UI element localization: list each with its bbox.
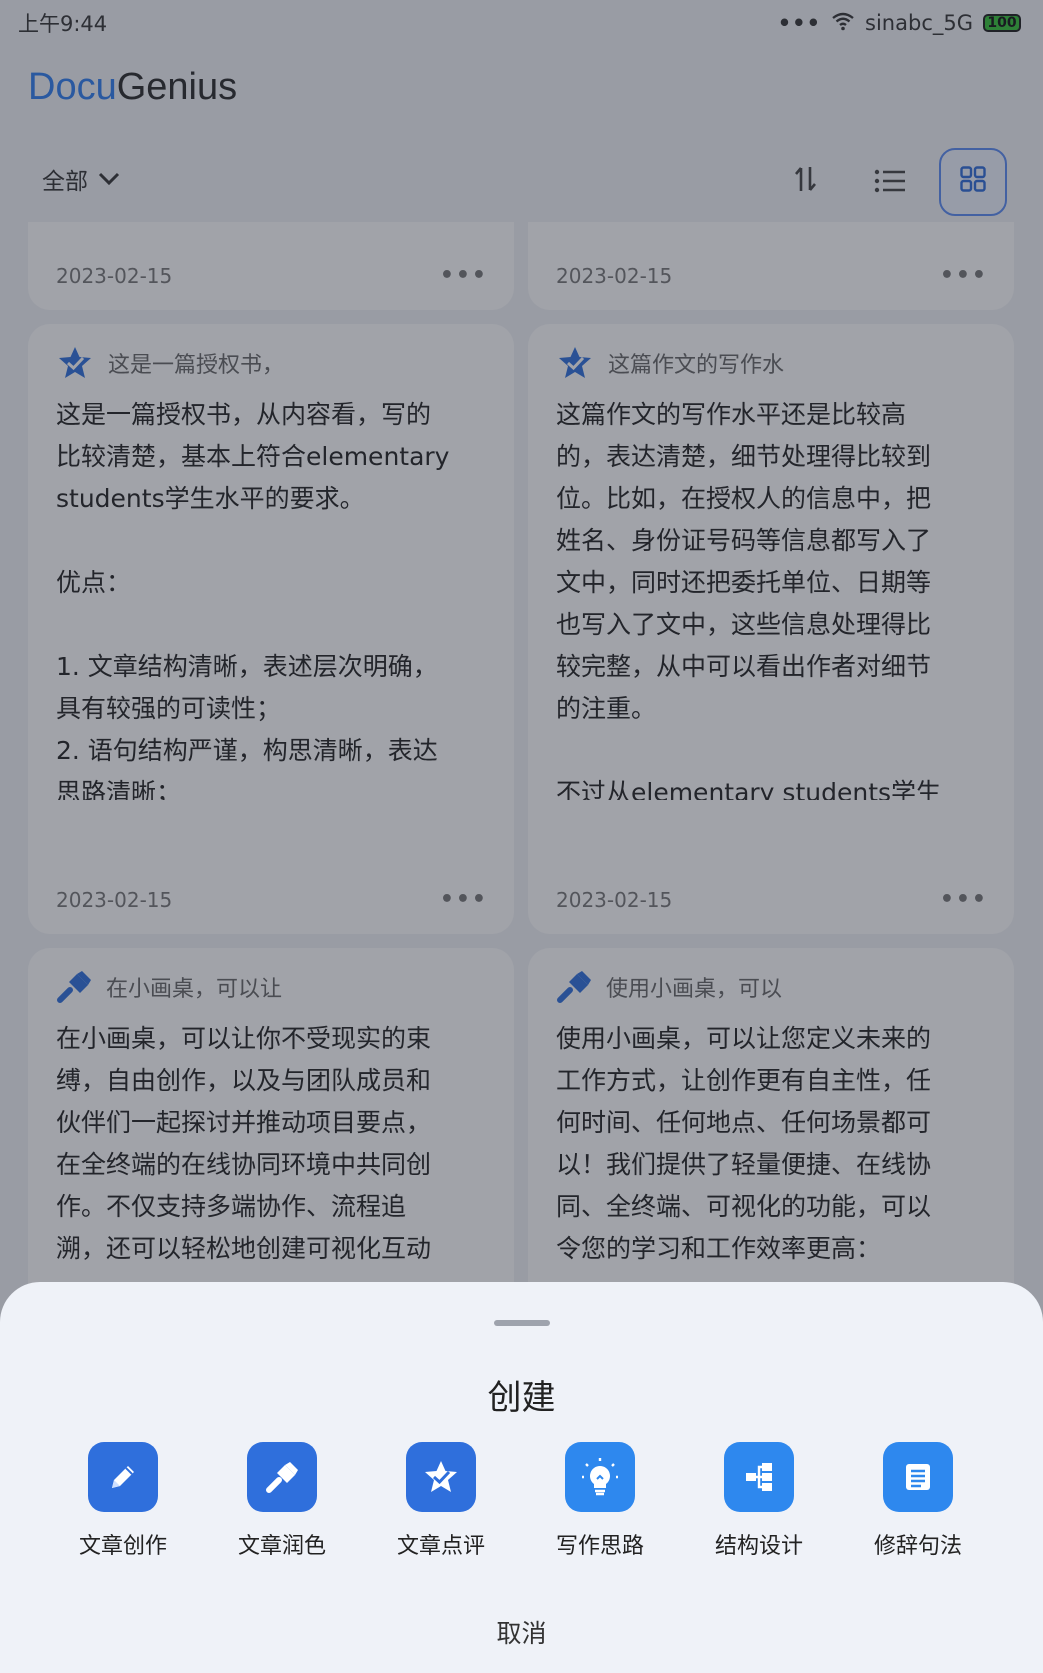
lightbulb-icon (565, 1442, 635, 1512)
cancel-button[interactable]: 取消 (0, 1614, 1043, 1650)
pencil-icon (88, 1442, 158, 1512)
star-icon (406, 1442, 476, 1512)
brush-icon (247, 1442, 317, 1512)
create-actions: 文章创作 文章润色 文章点评 写作思路 结构设计 修辞句法 (0, 1442, 1043, 1572)
action-article-review[interactable]: 文章点评 (371, 1442, 511, 1560)
action-label: 文章润色 (237, 1534, 326, 1559)
action-label: 文章创作 (78, 1534, 167, 1559)
document-list-icon (883, 1442, 953, 1512)
action-article-polish[interactable]: 文章润色 (212, 1442, 352, 1560)
action-label: 文章点评 (396, 1534, 485, 1559)
sheet-title: 创建 (487, 1378, 556, 1418)
action-label: 修辞句法 (873, 1534, 962, 1559)
action-label: 结构设计 (714, 1534, 803, 1559)
create-bottom-sheet: 创建 文章创作 文章润色 文章点评 写作思路 结构设计 修辞句法 取消 (0, 1282, 1043, 1673)
action-rhetoric-syntax[interactable]: 修辞句法 (848, 1442, 988, 1560)
action-article-creation[interactable]: 文章创作 (53, 1442, 193, 1560)
action-structure-design[interactable]: 结构设计 (689, 1442, 829, 1560)
structure-icon (724, 1442, 794, 1512)
sheet-drag-handle[interactable] (494, 1320, 550, 1326)
action-label: 写作思路 (555, 1534, 644, 1559)
action-writing-ideas[interactable]: 写作思路 (530, 1442, 670, 1560)
